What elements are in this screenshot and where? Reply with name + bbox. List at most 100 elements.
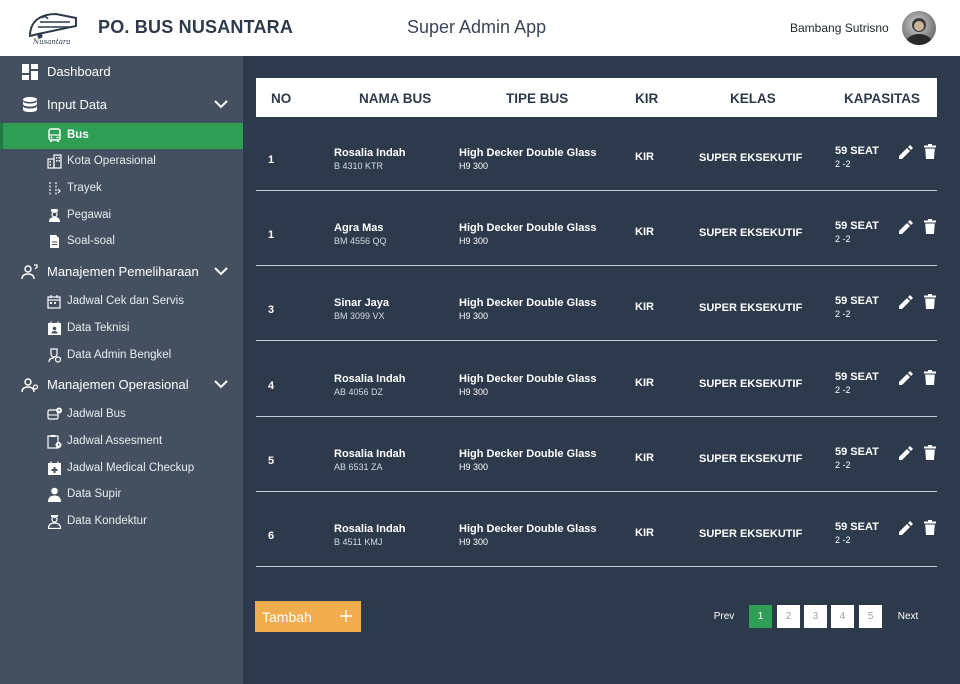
trash-icon[interactable] [924, 445, 936, 460]
sidebar-item-label: Jadwal Bus [67, 408, 126, 420]
edit-pencil-icon[interactable] [899, 220, 913, 234]
person-photo-icon [906, 18, 932, 45]
sidebar-group-label: Manajemen Pemeliharaan [47, 264, 199, 279]
sidebar-item-jadwal-medical-checkup[interactable]: Jadwal Medical Checkup [0, 456, 243, 482]
cell-konfigurasi-kursi: 2 -2 [835, 385, 851, 395]
sidebar-item-label: Data Admin Bengkel [67, 349, 172, 361]
cell-kapasitas: 59 SEAT [835, 145, 879, 157]
pagination-next[interactable]: Next [892, 605, 924, 628]
cell-tipe-chassis: H9 300 [459, 236, 489, 246]
brand-name: PO. BUS NUSANTARA [98, 17, 294, 37]
cell-tipe-chassis: H9 300 [459, 462, 489, 472]
sidebar-item-label: Kota Operasional [67, 155, 156, 167]
cell-kelas: SUPER EKSEKUTIF [699, 152, 803, 164]
city-icon [47, 154, 62, 169]
sidebar-item-jadwal-bus[interactable]: Jadwal Bus [0, 402, 243, 428]
sidebar-item-pegawai[interactable]: Pegawai [0, 203, 243, 229]
pagination-page-4[interactable]: 4 [831, 605, 854, 628]
edit-pencil-icon[interactable] [899, 446, 913, 460]
driver-icon [48, 487, 61, 502]
sidebar-item-label: Soal-soal [67, 235, 115, 247]
pagination-page-1[interactable]: 1 [749, 605, 772, 628]
sidebar-item-label: Data Kondektur [67, 515, 147, 527]
user-avatar[interactable] [902, 11, 936, 45]
table-row: 4 Rosalia Indah AB 4056 DZ High Decker D… [256, 342, 937, 417]
sidebar-item-kota-operasional[interactable]: Kota Operasional [0, 149, 243, 175]
column-header-kelas: KELAS [730, 91, 776, 106]
table-row: 3 Sinar Jaya BM 3099 VX High Decker Doub… [256, 266, 937, 341]
cell-tipe-bus: High Decker Double Glass [459, 523, 597, 535]
calendar-icon [47, 295, 61, 309]
chevron-down-icon[interactable] [214, 99, 228, 109]
cell-kir: KIR [635, 527, 654, 539]
user-name[interactable]: Bambang Sutrisno [790, 21, 889, 35]
cell-kelas: SUPER EKSEKUTIF [699, 227, 803, 239]
cell-tipe-chassis: H9 300 [459, 311, 489, 321]
sidebar-item-data-admin-bengkel[interactable]: Data Admin Bengkel [0, 343, 243, 369]
edit-pencil-icon[interactable] [899, 521, 913, 535]
database-icon [23, 97, 37, 112]
trash-icon[interactable] [924, 219, 936, 234]
cell-tipe-chassis: H9 300 [459, 537, 489, 547]
edit-pencil-icon[interactable] [899, 295, 913, 309]
edit-pencil-icon[interactable] [899, 371, 913, 385]
cell-kapasitas: 59 SEAT [835, 371, 879, 383]
document-icon [50, 235, 59, 248]
medical-calendar-icon [48, 461, 61, 475]
cell-konfigurasi-kursi: 2 -2 [835, 535, 851, 545]
sidebar-item-trayek[interactable]: Trayek [0, 176, 243, 202]
sidebar-item-label: Jadwal Assesment [67, 435, 163, 447]
cell-tipe-chassis: H9 300 [459, 387, 489, 397]
pagination-page-2[interactable]: 2 [777, 605, 800, 628]
table-row: 1 Rosalia Indah B 4310 KTR High Decker D… [256, 116, 937, 191]
sidebar-item-jadwal-cek-servis[interactable]: Jadwal Cek dan Servis [0, 289, 243, 315]
pagination-page-3[interactable]: 3 [804, 605, 827, 628]
sidebar-item-bus[interactable]: Bus [0, 123, 243, 149]
sidebar-item-soal-soal[interactable]: Soal-soal [0, 229, 243, 255]
sidebar-item-data-kondektur[interactable]: Data Kondektur [0, 509, 243, 535]
cell-tipe-bus: High Decker Double Glass [459, 297, 597, 309]
sidebar-group-input-data[interactable]: Input Data [0, 92, 243, 118]
trash-icon[interactable] [924, 144, 936, 159]
sidebar-item-jadwal-assesment[interactable]: Jadwal Assesment [0, 429, 243, 455]
sidebar-item-data-supir[interactable]: Data Supir [0, 482, 243, 508]
cell-tipe-bus: High Decker Double Glass [459, 448, 597, 460]
plus-icon [340, 610, 352, 622]
cell-kelas: SUPER EKSEKUTIF [699, 528, 803, 540]
chevron-down-icon[interactable] [214, 266, 228, 276]
cell-nama-bus: Agra Mas [334, 222, 384, 234]
maintenance-user-icon [21, 264, 38, 280]
clipboard-clock-icon [47, 435, 62, 449]
tambah-button[interactable]: Tambah [255, 601, 361, 632]
cell-nama-bus: Rosalia Indah [334, 373, 406, 385]
cell-kir: KIR [635, 301, 654, 313]
cell-kapasitas: 59 SEAT [835, 446, 879, 458]
cell-konfigurasi-kursi: 2 -2 [835, 159, 851, 169]
cell-kir: KIR [635, 452, 654, 464]
sidebar-item-dashboard[interactable]: Dashboard [0, 59, 243, 85]
trash-icon[interactable] [924, 370, 936, 385]
trash-icon[interactable] [924, 520, 936, 535]
sidebar-group-label: Input Data [47, 97, 107, 112]
sidebar-item-label: Pegawai [67, 209, 112, 221]
logo-caption: Nusantara [33, 38, 71, 46]
bus-schedule-icon [47, 407, 62, 420]
column-header-kapasitas: KAPASITAS [844, 91, 921, 106]
table-row: 5 Rosalia Indah AB 6531 ZA High Decker D… [256, 417, 937, 492]
pagination-page-5[interactable]: 5 [859, 605, 882, 628]
sidebar: Dashboard Input Data Bus Kota Operasiona… [0, 56, 243, 684]
cell-no: 3 [268, 304, 275, 316]
chevron-down-icon[interactable] [214, 379, 228, 389]
pagination-prev[interactable]: Prev [708, 605, 740, 628]
edit-pencil-icon[interactable] [899, 145, 913, 159]
technician-calendar-icon [48, 321, 61, 335]
employee-icon [49, 209, 60, 222]
cell-plat-nomor: AB 6531 ZA [334, 462, 383, 472]
trash-icon[interactable] [924, 294, 936, 309]
sidebar-group-manajemen-operasional[interactable]: Manajemen Operasional [0, 372, 243, 398]
cell-no: 1 [268, 229, 275, 241]
sidebar-item-data-teknisi[interactable]: Data Teknisi [0, 316, 243, 342]
sidebar-group-manajemen-pemeliharaan[interactable]: Manajemen Pemeliharaan [0, 259, 243, 285]
cell-kapasitas: 59 SEAT [835, 295, 879, 307]
conductor-icon [47, 515, 62, 529]
